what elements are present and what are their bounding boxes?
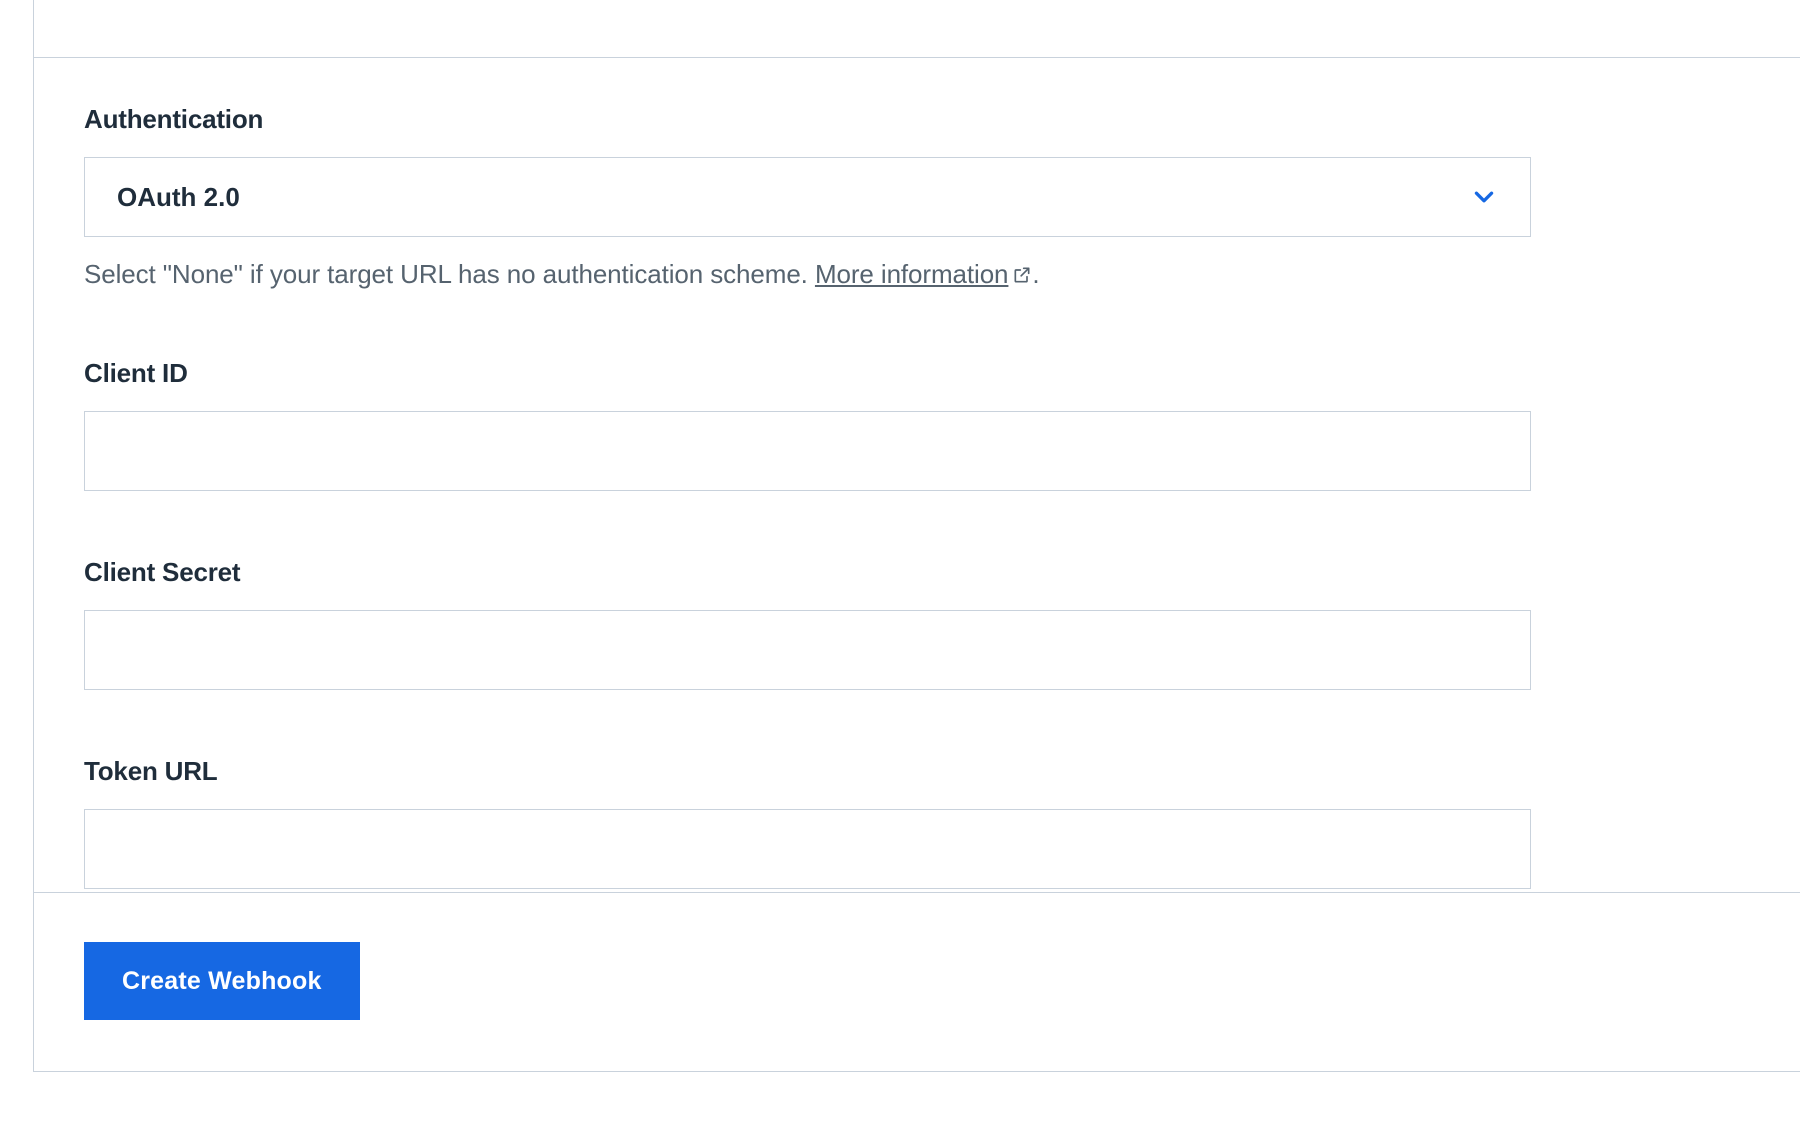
- form-panel: Authentication OAuth 2.0 Select "None" i…: [33, 0, 1800, 1072]
- authentication-helptext: Select "None" if your target URL has no …: [84, 259, 1574, 292]
- authentication-select-value: OAuth 2.0: [117, 182, 240, 213]
- client-secret-label: Client Secret: [84, 557, 1574, 588]
- divider-bottom: [34, 892, 1800, 893]
- helptext-prefix: Select "None" if your target URL has no …: [84, 259, 815, 289]
- spacer: [84, 292, 1574, 358]
- more-information-link[interactable]: More information: [815, 259, 1032, 289]
- form-body: Authentication OAuth 2.0 Select "None" i…: [84, 104, 1574, 889]
- client-secret-input[interactable]: [84, 610, 1531, 690]
- external-link-icon: [1012, 261, 1032, 292]
- token-url-input[interactable]: [84, 809, 1531, 889]
- chevron-down-icon: [1470, 183, 1498, 211]
- spacer: [84, 690, 1574, 756]
- authentication-label: Authentication: [84, 104, 1574, 135]
- spacer: [84, 491, 1574, 557]
- form-footer: Create Webhook: [84, 942, 360, 1020]
- authentication-select[interactable]: OAuth 2.0: [84, 157, 1531, 237]
- helptext-suffix: .: [1032, 259, 1039, 289]
- client-id-label: Client ID: [84, 358, 1574, 389]
- page-root: Authentication OAuth 2.0 Select "None" i…: [0, 0, 1800, 1126]
- create-webhook-button[interactable]: Create Webhook: [84, 942, 360, 1020]
- client-id-input[interactable]: [84, 411, 1531, 491]
- field-client-id: Client ID: [84, 358, 1574, 491]
- divider-top: [34, 57, 1800, 58]
- token-url-label: Token URL: [84, 756, 1574, 787]
- field-authentication: Authentication OAuth 2.0 Select "None" i…: [84, 104, 1574, 292]
- field-client-secret: Client Secret: [84, 557, 1574, 690]
- field-token-url: Token URL: [84, 756, 1574, 889]
- more-information-link-text: More information: [815, 259, 1008, 289]
